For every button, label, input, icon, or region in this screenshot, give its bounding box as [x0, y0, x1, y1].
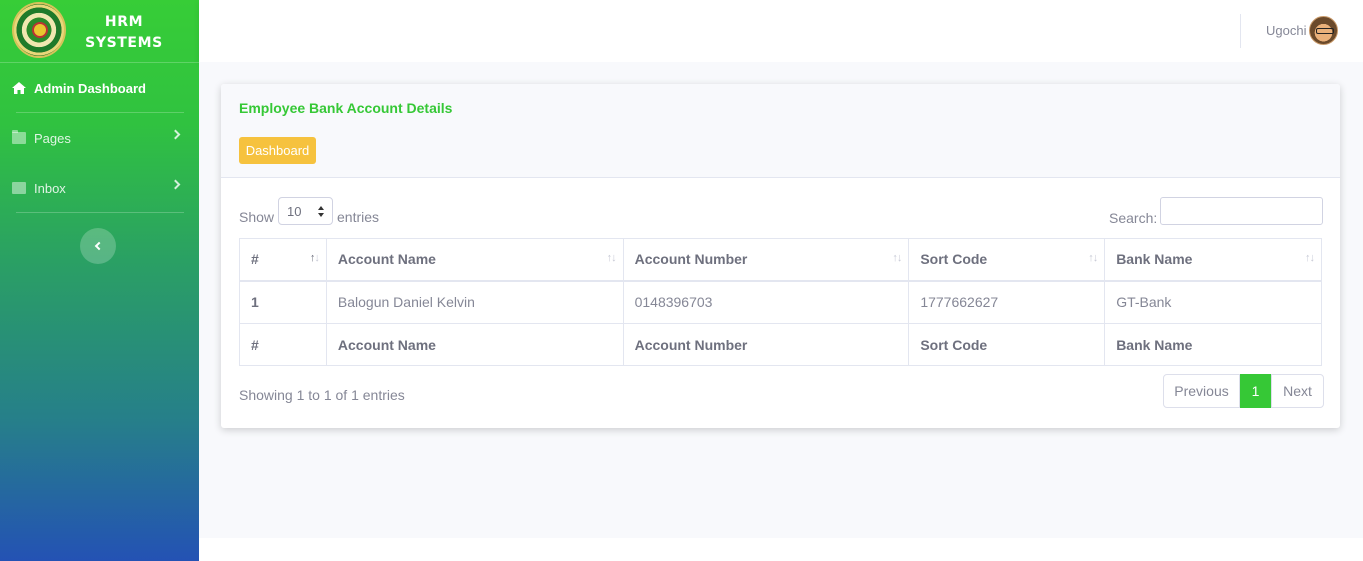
sort-icon: ↑↓ — [309, 252, 320, 264]
sidebar-divider — [16, 212, 184, 213]
sort-icon: ↑↓ — [606, 252, 617, 264]
sidebar-divider — [0, 62, 199, 63]
sidebar-item-inbox[interactable]: Inbox — [0, 168, 199, 208]
folder-icon — [12, 130, 26, 144]
page-1-button[interactable]: 1 — [1240, 374, 1271, 408]
column-header-account-number[interactable]: Account Number ↑↓ — [622, 238, 910, 282]
sidebar: HRM SYSTEMS Admin Dashboard Pages Inbox — [0, 0, 199, 561]
sort-icon: ↑↓ — [892, 252, 902, 264]
column-header-sort-code[interactable]: Sort Code ↑↓ — [908, 238, 1106, 282]
show-label: Show — [239, 209, 275, 225]
sidebar-item-label: Inbox — [34, 180, 66, 196]
footer-header-account-number: Account Number — [622, 323, 910, 366]
avatar[interactable] — [1309, 16, 1338, 45]
cell-account-name: Balogun Daniel Kelvin — [325, 280, 624, 324]
cell-account-number: 0148396703 — [622, 280, 910, 324]
chevron-left-icon — [94, 241, 104, 251]
bank-details-card: Employee Bank Account Details Dashboard … — [221, 84, 1340, 428]
column-header-label: Bank Name — [1116, 251, 1193, 268]
envelope-icon — [12, 182, 26, 194]
card-header: Employee Bank Account Details Dashboard — [221, 84, 1340, 178]
sidebar-toggle-button[interactable] — [80, 228, 116, 264]
chevron-right-icon — [170, 179, 181, 190]
bank-accounts-table: # ↑↓ Account Name ↑↓ Account Number ↑↓ Sort… — [239, 238, 1322, 366]
column-header-account-name[interactable]: Account Name ↑↓ — [325, 238, 624, 282]
cell-sort-code: 1777662627 — [908, 280, 1106, 324]
entries-label: entries — [337, 209, 380, 225]
column-header-label: # — [251, 251, 259, 268]
sort-icon: ↑↓ — [1088, 252, 1098, 264]
footer-header-account-name: Account Name — [325, 323, 624, 366]
footer-header-number: # — [239, 323, 327, 366]
search-input[interactable] — [1160, 197, 1323, 225]
sidebar-item-label: Pages — [34, 130, 71, 146]
brand-text: HRM SYSTEMS — [78, 12, 170, 54]
column-header-label: Sort Code — [920, 251, 988, 268]
search-label: Search: — [1109, 210, 1158, 226]
column-header-number[interactable]: # ↑↓ — [239, 238, 327, 282]
select-arrows-icon — [318, 206, 324, 218]
brand-line-2: SYSTEMS — [85, 35, 163, 51]
topbar: Ugochi — [199, 0, 1363, 62]
table-header-row: # ↑↓ Account Name ↑↓ Account Number ↑↓ Sort… — [239, 238, 1322, 282]
cell-bank-name: GT-Bank — [1104, 280, 1322, 324]
home-icon — [12, 82, 26, 94]
previous-page-button[interactable]: Previous — [1163, 374, 1240, 408]
footer-header-bank-name: Bank Name — [1104, 323, 1322, 366]
column-header-label: Account Number — [634, 251, 748, 268]
logo — [12, 2, 66, 58]
column-header-bank-name[interactable]: Bank Name ↑↓ — [1104, 238, 1322, 282]
entries-select[interactable]: 10 — [278, 197, 333, 225]
sidebar-divider — [16, 112, 184, 113]
dashboard-button[interactable]: Dashboard — [239, 137, 316, 164]
cell-number: 1 — [239, 280, 327, 324]
footer-header-sort-code: Sort Code — [908, 323, 1106, 366]
table-footer-row: # Account Name Account Number Sort Code … — [239, 323, 1322, 366]
topbar-divider — [1240, 14, 1241, 48]
pagination: Previous 1 Next — [1163, 374, 1324, 408]
sidebar-item-label: Admin Dashboard — [34, 80, 146, 96]
chevron-right-icon — [170, 129, 181, 140]
sidebar-item-admin-dashboard[interactable]: Admin Dashboard — [0, 68, 199, 108]
entries-select-value: 10 — [287, 204, 302, 219]
table-row: 1 Balogun Daniel Kelvin 0148396703 17776… — [239, 280, 1322, 324]
sidebar-item-pages[interactable]: Pages — [0, 118, 199, 158]
user-name[interactable]: Ugochi — [1266, 23, 1306, 38]
showing-entries-info: Showing 1 to 1 of 1 entries — [239, 387, 405, 403]
brand[interactable]: HRM SYSTEMS — [0, 0, 199, 62]
next-page-button[interactable]: Next — [1271, 374, 1324, 408]
page-title: Employee Bank Account Details — [239, 100, 453, 116]
column-header-label: Account Name — [337, 251, 436, 268]
main-content: Employee Bank Account Details Dashboard … — [199, 62, 1363, 538]
sort-icon: ↑↓ — [1305, 252, 1315, 264]
brand-line-1: HRM — [104, 14, 144, 30]
